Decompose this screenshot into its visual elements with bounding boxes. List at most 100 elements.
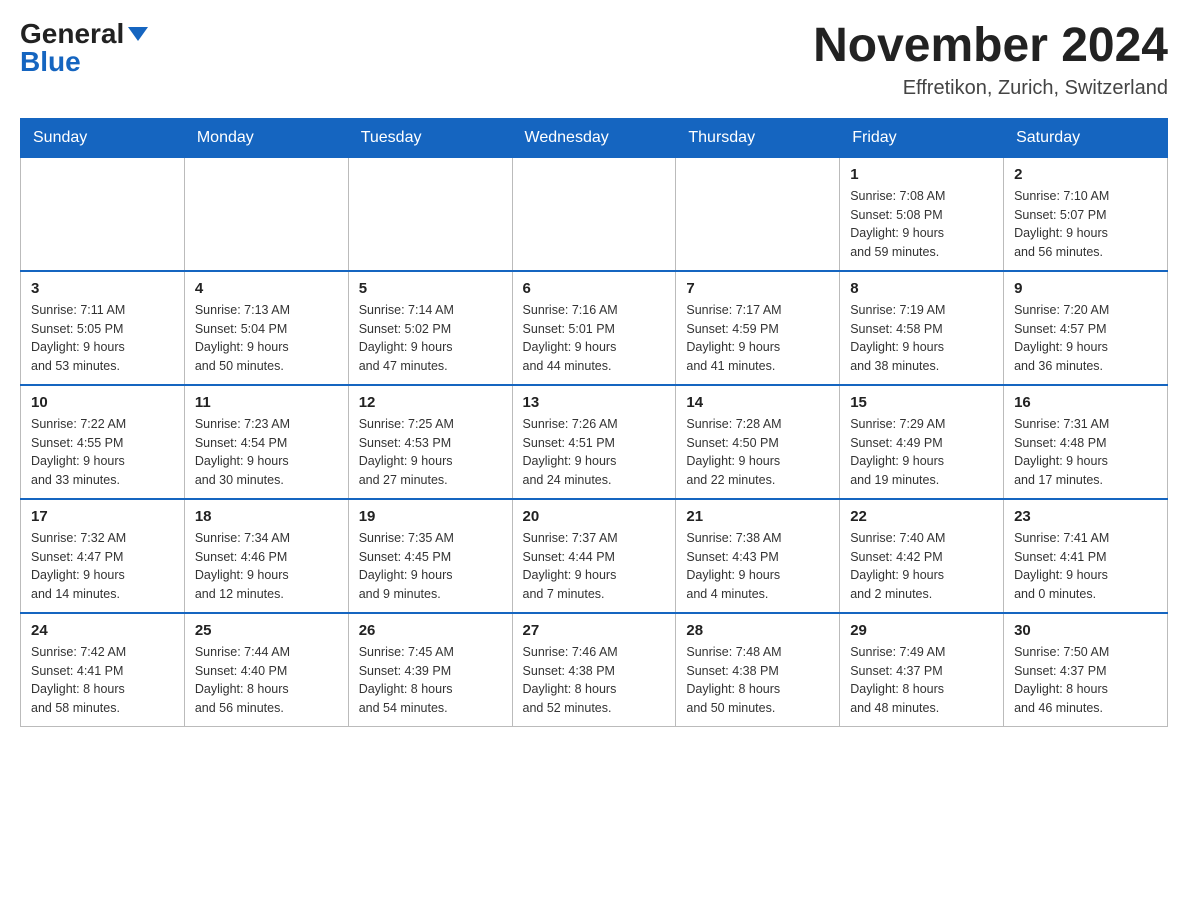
day-info: Sunrise: 7:38 AM Sunset: 4:43 PM Dayligh… [686, 529, 829, 604]
calendar-cell: 16 Sunrise: 7:31 AM Sunset: 4:48 PM Dayli… [1004, 385, 1168, 499]
day-info: Sunrise: 7:44 AM Sunset: 4:40 PM Dayligh… [195, 643, 338, 718]
calendar-cell: 6 Sunrise: 7:16 AM Sunset: 5:01 PM Daylig… [512, 271, 676, 385]
day-number: 18 [195, 508, 338, 525]
calendar-cell: 14Sunrise: 7:28 AM Sunset: 4:50 PM Dayli… [676, 385, 840, 499]
calendar-cell: 26 Sunrise: 7:45 AM Sunset: 4:39 PM Dayli… [348, 613, 512, 727]
day-info: Sunrise: 7:31 AM Sunset: 4:48 PM Dayligh… [1014, 415, 1157, 490]
day-info: Sunrise: 7:35 AM Sunset: 4:45 PM Dayligh… [359, 529, 502, 604]
day-info: Sunrise: 7:45 AM Sunset: 4:39 PM Dayligh… [359, 643, 502, 718]
calendar-cell: 1 Sunrise: 7:08 AM Sunset: 5:08 PM Daylig… [840, 157, 1004, 271]
calendar-cell: 8 Sunrise: 7:19 AM Sunset: 4:58 PM Daylig… [840, 271, 1004, 385]
calendar-cell: 21 Sunrise: 7:38 AM Sunset: 4:43 PM Dayli… [676, 499, 840, 613]
day-number: 7 [686, 280, 829, 297]
calendar-cell [348, 157, 512, 271]
day-info: Sunrise: 7:37 AM Sunset: 4:44 PM Dayligh… [523, 529, 666, 604]
calendar-week-row: 3Sunrise: 7:11 AM Sunset: 5:05 PM Daylig… [21, 271, 1168, 385]
day-info: Sunrise: 7:48 AM Sunset: 4:38 PM Dayligh… [686, 643, 829, 718]
calendar-day-header: Wednesday [512, 118, 676, 157]
calendar-cell [21, 157, 185, 271]
calendar-table: SundayMondayTuesdayWednesdayThursdayFrid… [20, 118, 1168, 727]
calendar-cell: 13 Sunrise: 7:26 AM Sunset: 4:51 PM Dayli… [512, 385, 676, 499]
day-number: 25 [195, 622, 338, 639]
calendar-cell: 12 Sunrise: 7:25 AM Sunset: 4:53 PM Dayli… [348, 385, 512, 499]
location-text: Effretikon, Zurich, Switzerland [813, 77, 1168, 100]
day-number: 10 [31, 394, 174, 411]
day-info: Sunrise: 7:08 AM Sunset: 5:08 PM Dayligh… [850, 187, 993, 262]
calendar-header-row: SundayMondayTuesdayWednesdayThursdayFrid… [21, 118, 1168, 157]
day-info: Sunrise: 7:20 AM Sunset: 4:57 PM Dayligh… [1014, 301, 1157, 376]
calendar-day-header: Saturday [1004, 118, 1168, 157]
day-number: 17 [31, 508, 174, 525]
day-info: Sunrise: 7:46 AM Sunset: 4:38 PM Dayligh… [523, 643, 666, 718]
day-number: 8 [850, 280, 993, 297]
calendar-cell: 27 Sunrise: 7:46 AM Sunset: 4:38 PM Dayli… [512, 613, 676, 727]
calendar-cell: 22 Sunrise: 7:40 AM Sunset: 4:42 PM Dayli… [840, 499, 1004, 613]
day-number: 23 [1014, 508, 1157, 525]
calendar-cell: 30 Sunrise: 7:50 AM Sunset: 4:37 PM Dayli… [1004, 613, 1168, 727]
day-number: 24 [31, 622, 174, 639]
calendar-cell: 7Sunrise: 7:17 AM Sunset: 4:59 PM Daylig… [676, 271, 840, 385]
month-title: November 2024 [813, 20, 1168, 73]
day-number: 30 [1014, 622, 1157, 639]
day-number: 1 [850, 166, 993, 183]
day-number: 13 [523, 394, 666, 411]
day-info: Sunrise: 7:16 AM Sunset: 5:01 PM Dayligh… [523, 301, 666, 376]
day-number: 20 [523, 508, 666, 525]
day-info: Sunrise: 7:25 AM Sunset: 4:53 PM Dayligh… [359, 415, 502, 490]
day-number: 9 [1014, 280, 1157, 297]
logo-general-text: General [20, 20, 124, 48]
logo: General Blue [20, 20, 148, 76]
day-number: 5 [359, 280, 502, 297]
calendar-day-header: Thursday [676, 118, 840, 157]
page-header: General Blue November 2024 Effretikon, Z… [20, 20, 1168, 100]
calendar-cell: 18 Sunrise: 7:34 AM Sunset: 4:46 PM Dayli… [184, 499, 348, 613]
day-info: Sunrise: 7:40 AM Sunset: 4:42 PM Dayligh… [850, 529, 993, 604]
day-number: 3 [31, 280, 174, 297]
day-info: Sunrise: 7:13 AM Sunset: 5:04 PM Dayligh… [195, 301, 338, 376]
day-number: 6 [523, 280, 666, 297]
calendar-day-header: Tuesday [348, 118, 512, 157]
calendar-cell: 9 Sunrise: 7:20 AM Sunset: 4:57 PM Daylig… [1004, 271, 1168, 385]
day-number: 26 [359, 622, 502, 639]
calendar-cell: 2Sunrise: 7:10 AM Sunset: 5:07 PM Daylig… [1004, 157, 1168, 271]
calendar-cell: 29Sunrise: 7:49 AM Sunset: 4:37 PM Dayli… [840, 613, 1004, 727]
day-number: 12 [359, 394, 502, 411]
calendar-cell [512, 157, 676, 271]
logo-triangle-icon [128, 27, 148, 41]
calendar-week-row: 10Sunrise: 7:22 AM Sunset: 4:55 PM Dayli… [21, 385, 1168, 499]
calendar-cell: 10Sunrise: 7:22 AM Sunset: 4:55 PM Dayli… [21, 385, 185, 499]
day-info: Sunrise: 7:50 AM Sunset: 4:37 PM Dayligh… [1014, 643, 1157, 718]
title-block: November 2024 Effretikon, Zurich, Switze… [813, 20, 1168, 100]
day-number: 27 [523, 622, 666, 639]
calendar-day-header: Sunday [21, 118, 185, 157]
day-info: Sunrise: 7:10 AM Sunset: 5:07 PM Dayligh… [1014, 187, 1157, 262]
day-info: Sunrise: 7:29 AM Sunset: 4:49 PM Dayligh… [850, 415, 993, 490]
calendar-day-header: Friday [840, 118, 1004, 157]
day-number: 11 [195, 394, 338, 411]
calendar-cell [676, 157, 840, 271]
day-number: 15 [850, 394, 993, 411]
calendar-week-row: 1 Sunrise: 7:08 AM Sunset: 5:08 PM Daylig… [21, 157, 1168, 271]
day-info: Sunrise: 7:26 AM Sunset: 4:51 PM Dayligh… [523, 415, 666, 490]
calendar-cell: 3Sunrise: 7:11 AM Sunset: 5:05 PM Daylig… [21, 271, 185, 385]
day-info: Sunrise: 7:14 AM Sunset: 5:02 PM Dayligh… [359, 301, 502, 376]
logo-blue-text: Blue [20, 48, 81, 76]
calendar-cell: 19 Sunrise: 7:35 AM Sunset: 4:45 PM Dayli… [348, 499, 512, 613]
day-info: Sunrise: 7:19 AM Sunset: 4:58 PM Dayligh… [850, 301, 993, 376]
day-info: Sunrise: 7:28 AM Sunset: 4:50 PM Dayligh… [686, 415, 829, 490]
day-number: 4 [195, 280, 338, 297]
calendar-cell: 15 Sunrise: 7:29 AM Sunset: 4:49 PM Dayli… [840, 385, 1004, 499]
calendar-cell [184, 157, 348, 271]
calendar-cell: 11Sunrise: 7:23 AM Sunset: 4:54 PM Dayli… [184, 385, 348, 499]
day-number: 21 [686, 508, 829, 525]
day-info: Sunrise: 7:41 AM Sunset: 4:41 PM Dayligh… [1014, 529, 1157, 604]
calendar-cell: 24Sunrise: 7:42 AM Sunset: 4:41 PM Dayli… [21, 613, 185, 727]
calendar-cell: 20 Sunrise: 7:37 AM Sunset: 4:44 PM Dayli… [512, 499, 676, 613]
day-number: 22 [850, 508, 993, 525]
day-info: Sunrise: 7:34 AM Sunset: 4:46 PM Dayligh… [195, 529, 338, 604]
calendar-cell: 17 Sunrise: 7:32 AM Sunset: 4:47 PM Dayli… [21, 499, 185, 613]
day-info: Sunrise: 7:32 AM Sunset: 4:47 PM Dayligh… [31, 529, 174, 604]
day-number: 19 [359, 508, 502, 525]
calendar-cell: 5 Sunrise: 7:14 AM Sunset: 5:02 PM Daylig… [348, 271, 512, 385]
day-number: 16 [1014, 394, 1157, 411]
